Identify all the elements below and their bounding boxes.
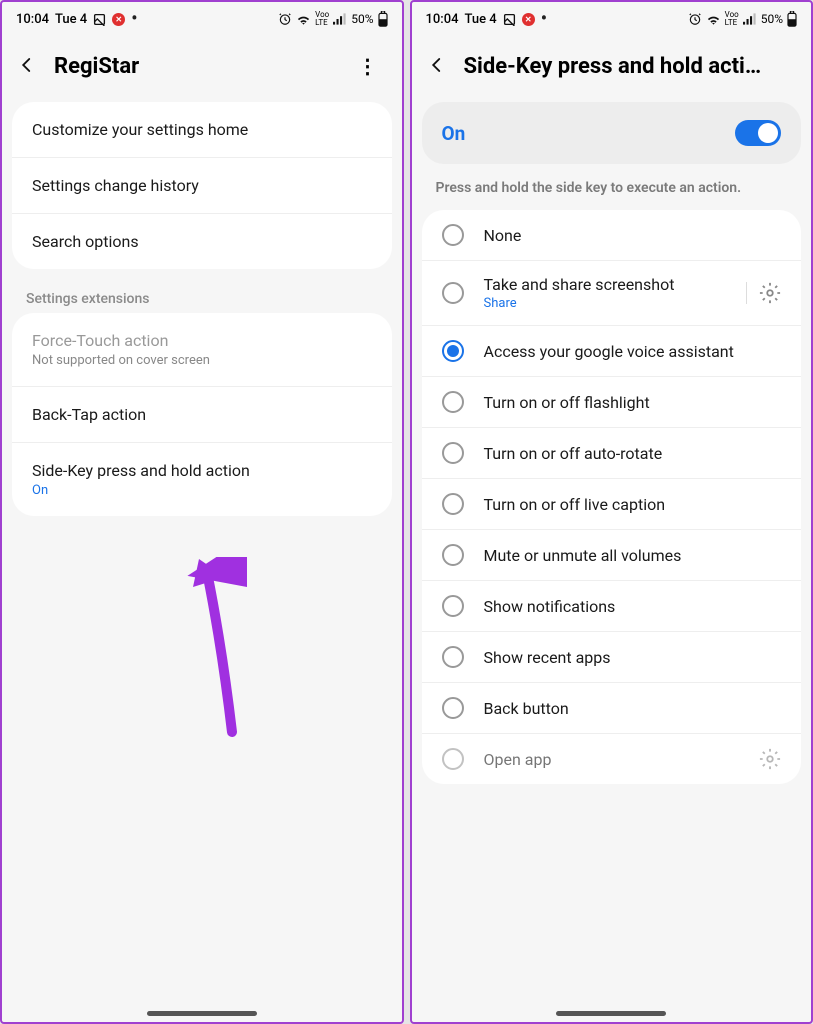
navigation-handle[interactable]	[556, 1011, 666, 1016]
battery-pct: 50%	[351, 12, 373, 26]
radio-icon[interactable]	[442, 595, 464, 617]
status-time: 10:04	[426, 12, 459, 27]
option-back-button[interactable]: Back button	[422, 683, 802, 734]
radio-label: Back button	[484, 699, 782, 718]
option-caption[interactable]: Turn on or off live caption	[422, 479, 802, 530]
status-bar: 10:04 Tue 4 ✕ • VooLTE 50%	[2, 2, 402, 34]
item-label: Force-Touch action	[32, 331, 372, 350]
status-right: VooLTE 50%	[688, 11, 797, 27]
radio-icon[interactable]	[442, 282, 464, 304]
description-text: Press and hold the side key to execute a…	[412, 174, 812, 210]
recording-icon: ✕	[522, 13, 535, 26]
right-screen: 10:04 Tue 4 ✕ • VooLTE 50%	[410, 0, 813, 1024]
item-back-tap[interactable]: Back-Tap action	[12, 387, 392, 443]
item-label: Side-Key press and hold action	[32, 461, 372, 480]
radio-icon[interactable]	[442, 340, 464, 362]
back-icon[interactable]	[18, 52, 36, 80]
status-time: 10:04	[16, 12, 49, 27]
gallery-icon	[93, 13, 106, 26]
radio-label: Mute or unmute all volumes	[484, 546, 782, 565]
radio-icon[interactable]	[442, 442, 464, 464]
option-recent-apps[interactable]: Show recent apps	[422, 632, 802, 683]
item-subtext: On	[32, 483, 372, 498]
radio-icon[interactable]	[442, 748, 464, 770]
status-left: 10:04 Tue 4 ✕ •	[426, 12, 547, 27]
option-flashlight[interactable]: Turn on or off flashlight	[422, 377, 802, 428]
item-label: Customize your settings home	[32, 120, 372, 139]
options-card: None Take and share screenshot Share Acc…	[422, 210, 802, 784]
radio-icon[interactable]	[442, 697, 464, 719]
wifi-icon	[706, 13, 721, 25]
header: Side-Key press and hold acti…	[412, 34, 812, 102]
battery-pct: 50%	[761, 12, 783, 26]
network-label: VooLTE	[315, 11, 329, 27]
signal-icon	[333, 13, 347, 25]
master-toggle-row[interactable]: On	[422, 102, 802, 164]
status-left: 10:04 Tue 4 ✕ •	[16, 12, 137, 27]
alarm-icon	[688, 12, 702, 26]
gear-icon[interactable]	[747, 748, 781, 770]
radio-label: Show recent apps	[484, 648, 782, 667]
main-list-card: Customize your settings home Settings ch…	[12, 102, 392, 269]
wifi-icon	[296, 13, 311, 25]
radio-label: Open app	[484, 750, 722, 769]
option-screenshot[interactable]: Take and share screenshot Share	[422, 261, 802, 326]
option-notifications[interactable]: Show notifications	[422, 581, 802, 632]
annotation-arrow	[177, 557, 247, 747]
item-subtext: Not supported on cover screen	[32, 353, 372, 368]
section-label: Settings extensions	[2, 279, 402, 313]
item-label: Search options	[32, 232, 372, 251]
option-mute[interactable]: Mute or unmute all volumes	[422, 530, 802, 581]
radio-icon[interactable]	[442, 493, 464, 515]
gear-icon[interactable]	[746, 282, 781, 304]
header: RegiStar ⋮	[2, 34, 402, 102]
page-title: RegiStar	[54, 54, 332, 79]
radio-sub: Share	[484, 296, 721, 311]
option-rotate[interactable]: Turn on or off auto-rotate	[422, 428, 802, 479]
radio-icon[interactable]	[442, 391, 464, 413]
radio-icon[interactable]	[442, 646, 464, 668]
signal-icon	[743, 13, 757, 25]
toggle-label: On	[442, 122, 466, 145]
radio-label: Turn on or off live caption	[484, 495, 782, 514]
radio-label: None	[484, 226, 782, 245]
item-label: Back-Tap action	[32, 405, 372, 424]
status-date: Tue 4	[55, 12, 87, 27]
status-date: Tue 4	[464, 12, 496, 27]
gallery-icon	[503, 13, 516, 26]
item-search-options[interactable]: Search options	[12, 214, 392, 269]
radio-icon[interactable]	[442, 544, 464, 566]
radio-label: Turn on or off flashlight	[484, 393, 782, 412]
item-label: Settings change history	[32, 176, 372, 195]
radio-label: Access your google voice assistant	[484, 342, 782, 361]
recording-icon: ✕	[112, 13, 125, 26]
battery-icon	[378, 11, 388, 27]
option-assistant[interactable]: Access your google voice assistant	[422, 326, 802, 377]
status-right: VooLTE 50%	[278, 11, 387, 27]
item-change-history[interactable]: Settings change history	[12, 158, 392, 214]
navigation-handle[interactable]	[147, 1011, 257, 1016]
item-force-touch: Force-Touch action Not supported on cove…	[12, 313, 392, 387]
radio-title: Take and share screenshot	[484, 275, 721, 294]
status-bar: 10:04 Tue 4 ✕ • VooLTE 50%	[412, 2, 812, 34]
radio-label: Take and share screenshot Share	[484, 275, 721, 311]
alarm-icon	[278, 12, 292, 26]
battery-icon	[787, 11, 797, 27]
overflow-menu-icon[interactable]: ⋮	[350, 54, 386, 78]
left-screen: 10:04 Tue 4 ✕ • VooLTE 50%	[0, 0, 404, 1024]
item-side-key[interactable]: Side-Key press and hold action On	[12, 443, 392, 516]
page-title: Side-Key press and hold acti…	[464, 54, 796, 79]
option-open-app[interactable]: Open app	[422, 734, 802, 784]
option-none[interactable]: None	[422, 210, 802, 261]
extensions-card: Force-Touch action Not supported on cove…	[12, 313, 392, 516]
radio-label: Show notifications	[484, 597, 782, 616]
network-label: VooLTE	[725, 11, 739, 27]
item-customize-home[interactable]: Customize your settings home	[12, 102, 392, 158]
radio-icon[interactable]	[442, 224, 464, 246]
back-icon[interactable]	[428, 52, 446, 80]
radio-label: Turn on or off auto-rotate	[484, 444, 782, 463]
toggle-switch[interactable]	[735, 120, 781, 146]
